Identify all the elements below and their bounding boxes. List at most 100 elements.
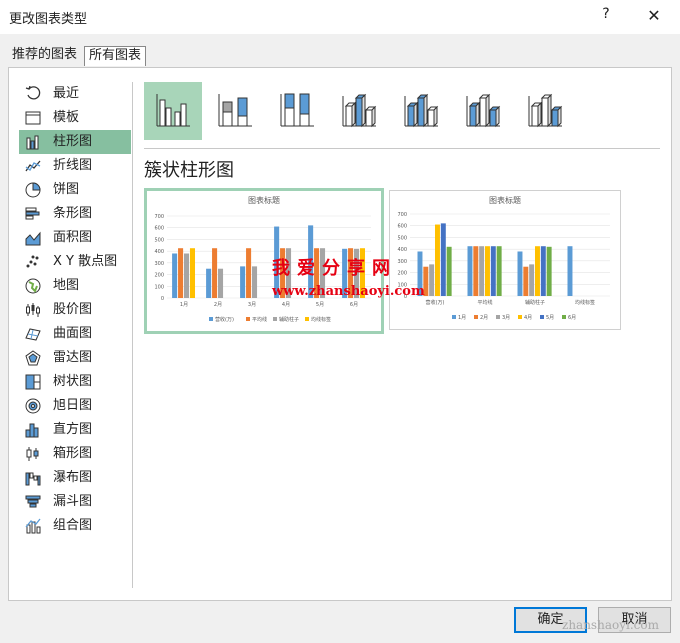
chart-type-panel: 最近模板柱形图折线图 饼图 条形图 面积图 X Y 散点图地图股价图曲面图雷达图树状图旭…	[8, 67, 672, 601]
sidebar-item-label: 股价图	[53, 302, 93, 317]
window-title: 更改图表类型	[9, 12, 88, 27]
sidebar-item-label: 瀑布图	[53, 470, 93, 485]
chart1-bar	[252, 266, 258, 298]
chart2-legend-swatch	[540, 315, 544, 319]
chart2-legend-swatch	[496, 315, 500, 319]
line-chart-icon	[25, 158, 41, 174]
sidebar-item-label: 箱形图	[53, 446, 93, 461]
chart2-y-tick: 500	[397, 235, 407, 241]
sidebar-item-radar-chart[interactable]: 雷达图	[19, 346, 131, 370]
3d-clustered-column-button[interactable]	[330, 82, 388, 140]
sidebar-item-bar-chart[interactable]: 条形图	[19, 202, 131, 226]
sidebar-item-funnel-chart[interactable]: 漏斗图	[19, 490, 131, 514]
area-chart-icon	[25, 230, 41, 246]
surface-chart-icon	[25, 326, 41, 342]
chart1-bar	[178, 248, 184, 298]
sidebar-item-area-chart[interactable]: 面积图	[19, 226, 131, 250]
sidebar-item-label: 柱形图	[53, 134, 93, 149]
sidebar-item-treemap-chart[interactable]: 树状图	[19, 370, 131, 394]
chart1-legend-swatch	[305, 317, 309, 321]
sidebar-item-column-chart[interactable]: 柱形图	[19, 130, 131, 154]
chart2-x-tick: 辅助柱子	[525, 299, 545, 306]
sidebar-item-scatter-chart[interactable]: X Y 散点图	[19, 250, 131, 274]
sidebar-item-combo-chart[interactable]: 组合图	[19, 514, 131, 538]
chart1-x-tick: 4月	[282, 302, 290, 308]
chart1-y-tick: 400	[154, 249, 164, 255]
chart2-y-tick: 700	[397, 212, 407, 218]
chart1-bar	[246, 248, 252, 298]
sidebar-item-line-chart[interactable]: 折线图	[19, 154, 131, 178]
chart1-bar	[240, 266, 246, 298]
combo-chart-icon	[25, 518, 41, 534]
pie-chart-icon	[25, 182, 41, 198]
chart2-legend-label: 2月	[480, 315, 488, 321]
clustered-column-icon	[156, 94, 190, 127]
watermark-url: www.zhanshaoyi.com	[272, 284, 425, 299]
chart1-x-tick: 5月	[316, 302, 324, 308]
watermark-title: 我爱分享网	[272, 258, 397, 279]
chart2-x-tick: 均线标签	[575, 299, 595, 306]
chart2-y-tick: 200	[397, 271, 407, 277]
chart-type-list: 最近模板柱形图折线图 饼图 条形图 面积图 X Y 散点图地图股价图曲面图雷达图树状图旭…	[19, 82, 131, 538]
template-icon	[25, 110, 41, 126]
chart2-x-tick: 营收(万)	[426, 299, 445, 306]
chart1-title: 图表标题	[248, 195, 280, 205]
chart1-y-tick: 300	[154, 261, 164, 267]
chart2-legend-label: 5月	[546, 315, 554, 321]
stacked-column-button[interactable]	[206, 82, 264, 140]
chart1-y-tick: 0	[161, 296, 164, 302]
chart2-legend-label: 3月	[502, 315, 510, 321]
chart1-y-tick: 600	[154, 226, 164, 232]
separator	[144, 148, 660, 149]
sidebar-item-histogram-chart[interactable]: 直方图	[19, 418, 131, 442]
chart1-x-tick: 2月	[214, 302, 222, 308]
chart2-y-tick: 400	[397, 247, 407, 253]
histogram-chart-icon	[25, 422, 41, 438]
chart2-legend-swatch	[474, 315, 478, 319]
chart1-y-tick: 100	[154, 284, 164, 290]
chart2-bar	[567, 246, 573, 296]
tab-recommended-charts[interactable]: 推荐的图表	[8, 46, 81, 66]
sidebar-item-label: 雷达图	[53, 350, 93, 365]
3d-stacked-column-button[interactable]	[392, 82, 450, 140]
sidebar-item-stock-chart[interactable]: 股价图	[19, 298, 131, 322]
sidebar-item-recent[interactable]: 最近	[19, 82, 131, 106]
map-chart-icon	[25, 278, 41, 294]
close-button[interactable]: ✕	[642, 6, 666, 28]
chart-preview-2[interactable]: 图表标题 0 100 200 300 400 500 600 700 营收(万) 平均线 辅助柱子 均线…	[389, 190, 621, 330]
box-whisker-chart-icon	[25, 446, 41, 462]
tab-all-charts[interactable]: 所有图表	[84, 46, 147, 66]
divider	[132, 82, 133, 588]
stock-chart-icon	[25, 302, 41, 318]
sidebar-item-template[interactable]: 模板	[19, 106, 131, 130]
sidebar-item-label: 旭日图	[53, 398, 93, 413]
clustered-column-button[interactable]	[144, 82, 202, 140]
sidebar-item-label: 直方图	[53, 422, 93, 437]
sidebar-item-surface-chart[interactable]: 曲面图	[19, 322, 131, 346]
chart2-bar	[485, 246, 490, 296]
sidebar-item-map-chart[interactable]: 地图	[19, 274, 131, 298]
sidebar-item-waterfall-chart[interactable]: 瀑布图	[19, 466, 131, 490]
bar-chart-icon	[25, 206, 41, 222]
sidebar-item-pie-chart[interactable]: 饼图	[19, 178, 131, 202]
chart1-bar	[212, 248, 218, 298]
chart2-legend-swatch	[452, 315, 456, 319]
chart2-bar	[446, 246, 452, 296]
chart2-title: 图表标题	[489, 195, 521, 205]
100-stacked-column-button[interactable]	[268, 82, 326, 140]
sidebar-item-box-whisker-chart[interactable]: 箱形图	[19, 442, 131, 466]
sidebar-item-label: 最近	[53, 86, 80, 101]
chart1-legend-swatch	[273, 317, 277, 321]
3d-column-icon	[528, 93, 563, 128]
chart1-legend-label: 辅助柱子	[279, 316, 299, 323]
3d-100-stacked-column-button[interactable]	[454, 82, 512, 140]
chart2-bar	[490, 246, 496, 296]
3d-clustered-column-icon	[342, 93, 377, 128]
3d-column-button[interactable]	[516, 82, 574, 140]
sidebar-item-label: X Y 散点图	[53, 254, 118, 269]
chart2-bar	[540, 246, 546, 296]
sidebar-item-sunburst-chart[interactable]: 旭日图	[19, 394, 131, 418]
treemap-chart-icon	[25, 374, 41, 390]
help-button[interactable]: ?	[594, 6, 618, 28]
chart2-bar	[529, 264, 535, 296]
